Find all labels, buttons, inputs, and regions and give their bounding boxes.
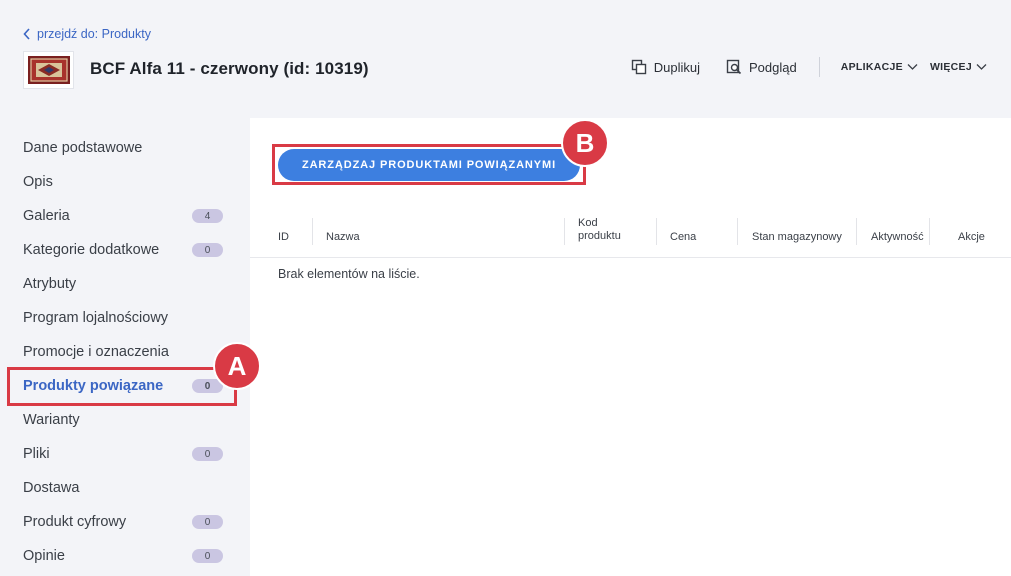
column-separator <box>856 218 857 245</box>
sidebar-item-label: Atrybuty <box>23 276 77 292</box>
page-title: BCF Alfa 11 - czerwony (id: 10319) <box>90 59 369 78</box>
manage-related-products-button[interactable]: ZARZĄDZAJ PRODUKTAMI POWIĄZANYMI <box>278 149 580 181</box>
back-to-products-link[interactable]: przejdź do: Produkty <box>23 27 151 41</box>
column-separator <box>737 218 738 245</box>
count-badge: 0 <box>192 243 223 257</box>
column-price[interactable]: Cena <box>670 218 696 258</box>
rug-image <box>27 56 70 84</box>
header-actions: Duplikuj Podgląd APLIKACJE WIĘCEJ <box>631 55 987 79</box>
column-separator <box>929 218 930 245</box>
sidebar-item-label: Opinie <box>23 548 65 564</box>
more-menu[interactable]: WIĘCEJ <box>930 61 987 73</box>
sidebar-item-digital-product[interactable]: Produkt cyfrowy 0 <box>23 511 223 533</box>
annotation-marker-a: A <box>213 342 261 390</box>
sidebar-item-reviews[interactable]: Opinie 0 <box>23 545 223 567</box>
column-product-code-line2: produktu <box>578 230 621 242</box>
sidebar-item-related-products[interactable]: Produkty powiązane 0 <box>23 375 223 397</box>
sidebar-item-attributes[interactable]: Atrybuty <box>23 273 223 295</box>
sidebar-item-loyalty[interactable]: Program lojalnościowy <box>23 307 223 329</box>
main-panel: ZARZĄDZAJ PRODUKTAMI POWIĄZANYMI ID Nazw… <box>250 118 1011 576</box>
sidebar: Dane podstawowe Opis Galeria 4 Kategorie… <box>0 118 250 576</box>
sidebar-item-variants[interactable]: Warianty <box>23 409 223 431</box>
column-name[interactable]: Nazwa <box>326 218 360 258</box>
sidebar-item-label: Dostawa <box>23 480 80 496</box>
sidebar-item-promotions[interactable]: Promocje i oznaczenia <box>23 341 223 363</box>
chevron-down-icon <box>976 64 987 70</box>
apps-menu[interactable]: APLIKACJE <box>841 61 918 73</box>
column-active[interactable]: Aktywność <box>871 218 924 258</box>
more-menu-label: WIĘCEJ <box>929 61 972 73</box>
column-product-code-line1: Kod <box>578 217 598 229</box>
count-badge: 0 <box>192 549 223 563</box>
chevron-down-icon <box>907 64 918 70</box>
sidebar-item-label: Kategorie dodatkowe <box>23 242 160 258</box>
count-badge: 0 <box>192 447 223 461</box>
sidebar-item-delivery[interactable]: Dostawa <box>23 477 223 499</box>
column-stock[interactable]: Stan magazynowy <box>752 218 842 258</box>
sidebar-item-description[interactable]: Opis <box>23 171 223 193</box>
sidebar-item-files[interactable]: Pliki 0 <box>23 443 223 465</box>
sidebar-item-label: Opis <box>23 174 53 190</box>
count-badge: 4 <box>192 209 223 223</box>
sidebar-item-label: Promocje i oznaczenia <box>23 344 169 360</box>
apps-menu-label: APLIKACJE <box>840 61 903 73</box>
annotation-marker-b: B <box>561 119 609 167</box>
sidebar-item-label: Galeria <box>23 208 70 224</box>
table-header: ID Nazwa Kod produktu Cena Stan magazyno… <box>250 217 1011 258</box>
column-id[interactable]: ID <box>278 218 289 258</box>
sidebar-item-label: Dane podstawowe <box>23 140 143 156</box>
column-product-code[interactable]: Kod produktu <box>578 217 621 258</box>
duplicate-label: Duplikuj <box>653 59 700 75</box>
column-separator <box>564 218 565 245</box>
header-divider <box>818 57 820 77</box>
empty-list-message: Brak elementów na liście. <box>278 267 420 281</box>
duplicate-button[interactable]: Duplikuj <box>631 59 700 75</box>
column-separator <box>656 218 657 245</box>
sidebar-item-label: Pliki <box>23 446 50 462</box>
sidebar-item-label: Program lojalnościowy <box>23 310 169 326</box>
count-badge: 0 <box>192 515 223 529</box>
sidebar-item-label: Warianty <box>23 412 80 428</box>
column-actions[interactable]: Akcje <box>958 218 985 258</box>
preview-label: Podgląd <box>749 59 797 75</box>
duplicate-icon <box>631 59 646 75</box>
column-separator <box>312 218 313 245</box>
sidebar-item-label: Produkt cyfrowy <box>23 514 127 530</box>
sidebar-item-label: Produkty powiązane <box>23 378 164 394</box>
sidebar-item-extra-categories[interactable]: Kategorie dodatkowe 0 <box>23 239 223 261</box>
sidebar-item-basic-data[interactable]: Dane podstawowe <box>23 137 223 159</box>
chevron-left-icon <box>23 28 30 40</box>
back-link-label: przejdź do: Produkty <box>37 27 151 41</box>
sidebar-item-gallery[interactable]: Galeria 4 <box>23 205 223 227</box>
preview-button[interactable]: Podgląd <box>726 59 797 75</box>
product-thumbnail <box>23 51 74 89</box>
page-header: przejdź do: Produkty BCF Alfa 11 - czerw… <box>0 0 1011 118</box>
preview-icon <box>726 59 742 75</box>
